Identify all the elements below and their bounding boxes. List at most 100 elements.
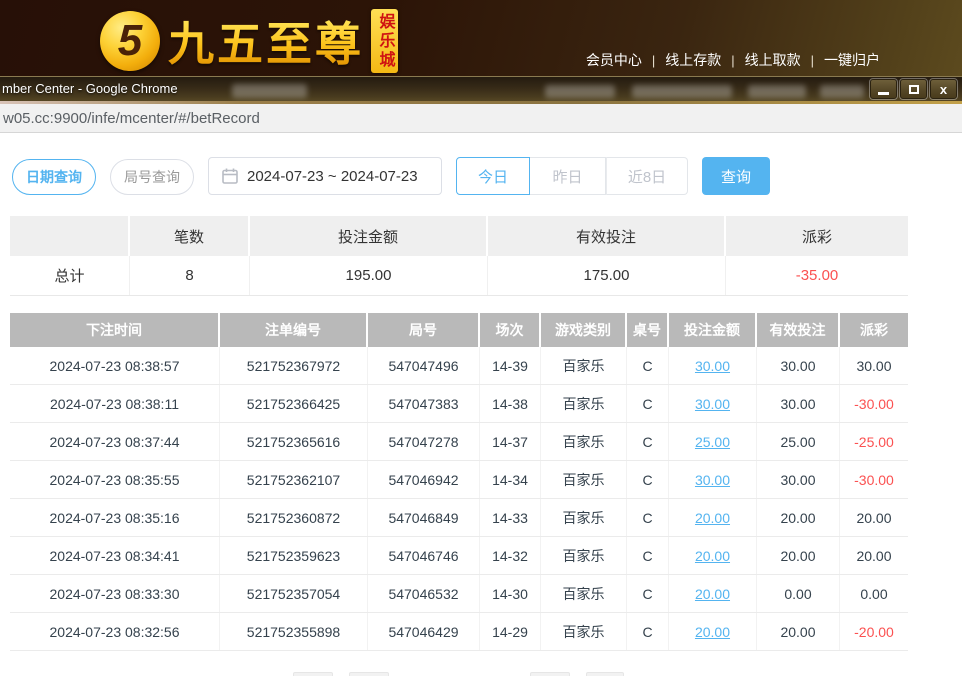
cell-table-no: C [627, 385, 669, 422]
summary-header-blank [10, 216, 130, 256]
minimize-icon [878, 92, 889, 95]
summary-valid-bet-value: 175.00 [488, 256, 726, 295]
cell-valid: 0.00 [757, 575, 840, 612]
bet-amount-link[interactable]: 25.00 [695, 434, 730, 450]
cell-amount: 30.00 [669, 385, 757, 422]
cell-amount: 20.00 [669, 537, 757, 574]
cell-time: 2024-07-23 08:32:56 [10, 613, 220, 650]
cell-game: 百家乐 [541, 499, 627, 536]
date-query-tab[interactable]: 日期查询 [12, 159, 96, 195]
cell-amount: 20.00 [669, 499, 757, 536]
cell-round-id: 547047278 [368, 423, 480, 460]
cell-payout: 30.00 [840, 347, 908, 384]
today-button[interactable]: 今日 [456, 157, 530, 195]
minimize-button[interactable] [870, 79, 897, 99]
cell-payout: -25.00 [840, 423, 908, 460]
nav-link-withdraw[interactable]: 线上取款 [745, 50, 801, 70]
bet-amount-link[interactable]: 20.00 [695, 586, 730, 602]
cell-amount: 30.00 [669, 461, 757, 498]
date-range-input[interactable]: 2024-07-23 ~ 2024-07-23 [208, 157, 442, 195]
bet-table-header-cell: 场次 [480, 313, 541, 347]
bet-table-header-cell: 游戏类别 [541, 313, 627, 347]
window-controls: x [870, 79, 957, 99]
bet-table-header-cell: 桌号 [627, 313, 669, 347]
summary-total-label: 总计 [10, 256, 130, 295]
bet-amount-link[interactable]: 30.00 [695, 358, 730, 374]
cell-round-id: 547046532 [368, 575, 480, 612]
table-row: 2024-07-23 08:35:55521752362107547046942… [10, 461, 908, 499]
cell-bet-id: 521752365616 [220, 423, 368, 460]
round-query-tab[interactable]: 局号查询 [110, 159, 194, 195]
cell-amount: 30.00 [669, 347, 757, 384]
bet-table-header-cell: 注单编号 [220, 313, 368, 347]
summary-table: 笔数 投注金额 有效投注 派彩 总计 8 195.00 175.00 -35.0… [10, 216, 908, 296]
close-button[interactable]: x [930, 79, 957, 99]
pagination-button[interactable] [349, 672, 389, 676]
cell-table-no: C [627, 461, 669, 498]
cell-session: 14-32 [480, 537, 541, 574]
url-bar[interactable]: w05.cc:9900/infe/mcenter/#/betRecord [0, 104, 962, 133]
bet-table-header-cell: 局号 [368, 313, 480, 347]
date-range-value: 2024-07-23 ~ 2024-07-23 [247, 168, 418, 185]
cell-valid: 20.00 [757, 499, 840, 536]
cell-session: 14-37 [480, 423, 541, 460]
cell-bet-id: 521752367972 [220, 347, 368, 384]
search-button[interactable]: 查询 [702, 157, 770, 195]
cell-valid: 30.00 [757, 347, 840, 384]
nav-link-member-center[interactable]: 会员中心 [586, 50, 642, 70]
cell-valid: 30.00 [757, 385, 840, 422]
bet-amount-link[interactable]: 30.00 [695, 396, 730, 412]
last-8-days-button[interactable]: 近8日 [606, 157, 688, 195]
cell-amount: 20.00 [669, 575, 757, 612]
summary-header-count: 笔数 [130, 216, 250, 256]
cell-session: 14-34 [480, 461, 541, 498]
blurred-text [748, 85, 806, 98]
banner-nav: 会员中心 | 线上存款 | 线上取款 | 一键归户 [586, 50, 880, 70]
nav-separator: | [811, 53, 814, 68]
site-logo: 5 九五至尊 娱乐城 [100, 8, 398, 74]
table-row: 2024-07-23 08:37:44521752365616547047278… [10, 423, 908, 461]
bet-record-table: 下注时间注单编号局号场次游戏类别桌号投注金额有效投注派彩 2024-07-23 … [10, 313, 908, 651]
cell-time: 2024-07-23 08:34:41 [10, 537, 220, 574]
blurred-text [632, 85, 732, 98]
bet-amount-link[interactable]: 20.00 [695, 624, 730, 640]
pagination-button[interactable] [293, 672, 333, 676]
bet-table-header-cell: 派彩 [840, 313, 908, 347]
cell-bet-id: 521752359623 [220, 537, 368, 574]
bet-table-header-cell: 下注时间 [10, 313, 220, 347]
cell-amount: 25.00 [669, 423, 757, 460]
cell-bet-id: 521752357054 [220, 575, 368, 612]
bet-amount-link[interactable]: 30.00 [695, 472, 730, 488]
cell-round-id: 547047496 [368, 347, 480, 384]
cell-valid: 20.00 [757, 613, 840, 650]
summary-header-valid-bet: 有效投注 [488, 216, 726, 256]
cell-table-no: C [627, 537, 669, 574]
pagination-button[interactable] [586, 672, 624, 676]
site-banner: 5 九五至尊 娱乐城 会员中心 | 线上存款 | 线上取款 | 一键归户 [0, 0, 962, 76]
cell-bet-id: 521752362107 [220, 461, 368, 498]
pagination-button[interactable] [530, 672, 570, 676]
nav-link-deposit[interactable]: 线上存款 [665, 50, 721, 70]
nav-separator: | [731, 53, 734, 68]
cell-game: 百家乐 [541, 423, 627, 460]
calendar-icon [222, 168, 238, 184]
cell-round-id: 547046429 [368, 613, 480, 650]
cell-time: 2024-07-23 08:35:16 [10, 499, 220, 536]
nav-link-one-click-transfer[interactable]: 一键归户 [824, 50, 880, 70]
cell-session: 14-39 [480, 347, 541, 384]
summary-bet-amount-value: 195.00 [250, 256, 488, 295]
table-row: 2024-07-23 08:32:56521752355898547046429… [10, 613, 908, 651]
cell-payout: -30.00 [840, 461, 908, 498]
bet-amount-link[interactable]: 20.00 [695, 548, 730, 564]
cell-payout: 20.00 [840, 499, 908, 536]
yesterday-button[interactable]: 昨日 [530, 157, 606, 195]
cell-payout: 0.00 [840, 575, 908, 612]
cell-time: 2024-07-23 08:37:44 [10, 423, 220, 460]
cell-valid: 20.00 [757, 537, 840, 574]
quick-date-button-group: 今日 昨日 近8日 [456, 157, 688, 195]
cell-round-id: 547046849 [368, 499, 480, 536]
maximize-button[interactable] [900, 79, 927, 99]
table-row: 2024-07-23 08:34:41521752359623547046746… [10, 537, 908, 575]
logo-badge: 娱乐城 [371, 9, 398, 73]
bet-amount-link[interactable]: 20.00 [695, 510, 730, 526]
